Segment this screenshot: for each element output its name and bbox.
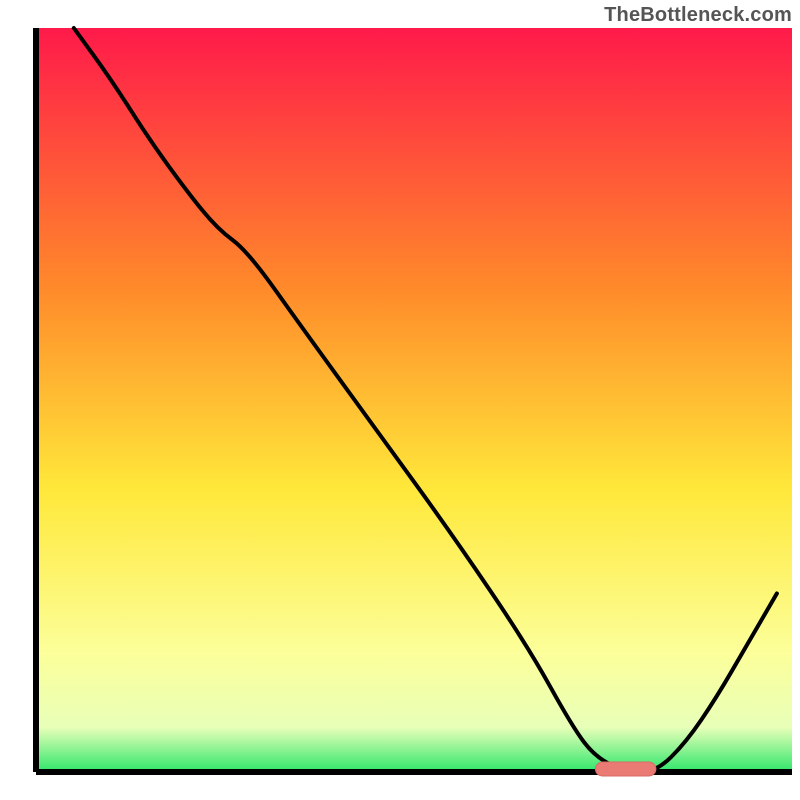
optimal-range-marker [595, 762, 655, 776]
watermark-text: TheBottleneck.com [604, 4, 792, 27]
chart-container: TheBottleneck.com [0, 0, 800, 800]
bottleneck-chart [0, 0, 800, 800]
